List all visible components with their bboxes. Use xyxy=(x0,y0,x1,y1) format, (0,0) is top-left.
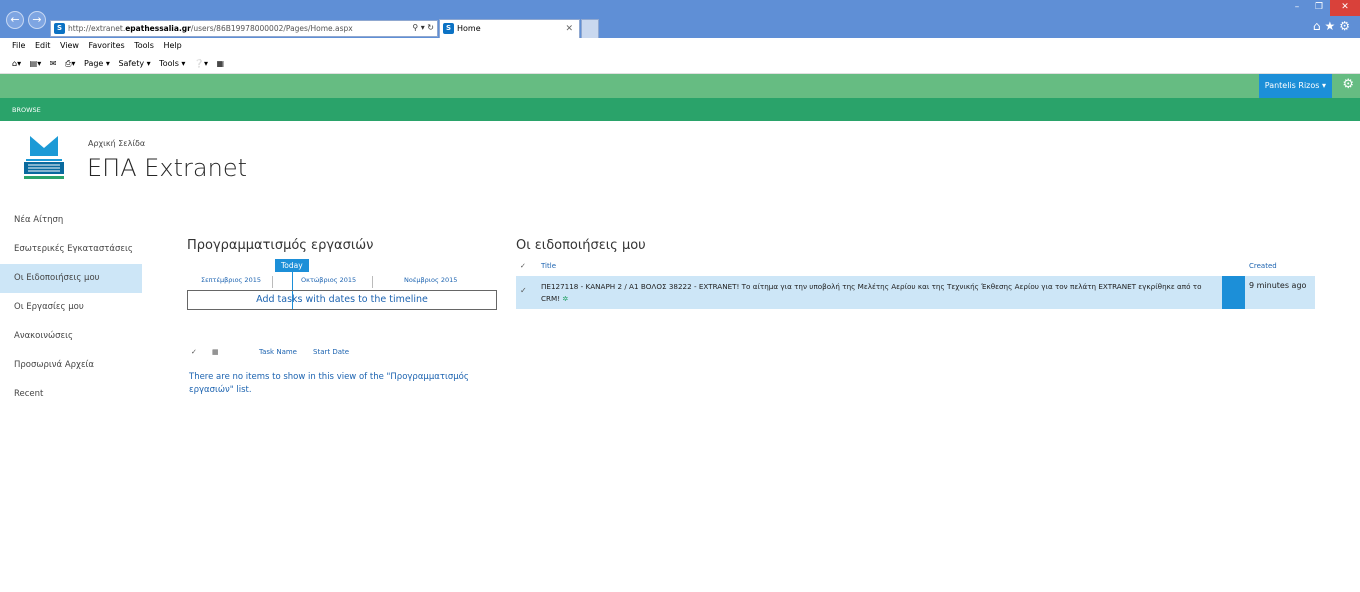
research-icon[interactable]: ▦ xyxy=(217,59,225,68)
feeds-icon[interactable]: ▤▾ xyxy=(30,59,42,68)
notification-row[interactable]: ✓ ΠΕ127118 - ΚΑΝΑΡΗ 2 / Α1 ΒΟΛΟΣ 38222 -… xyxy=(516,276,1315,309)
command-bar: ⌂▾ ▤▾ ✉ ⎙▾ Page ▾ Safety ▾ Tools ▾ ❔▾ ▦ xyxy=(0,54,1360,74)
address-bar[interactable]: S http://extranet.epathessalia.gr/users/… xyxy=(50,20,438,37)
select-all-check-icon[interactable]: ✓ xyxy=(520,262,526,270)
safety-menu[interactable]: Safety ▾ xyxy=(118,59,150,68)
aerio-logo[interactable] xyxy=(16,134,72,182)
col-task-name[interactable]: Task Name xyxy=(259,348,297,356)
timeline-month: Σεπτέμβριος 2015 xyxy=(201,276,261,284)
notifications-column-headers: ✓ Title Created xyxy=(516,262,1316,274)
site-title[interactable]: ΕΠΑ Extranet xyxy=(87,154,247,182)
sharepoint-favicon-icon: S xyxy=(54,23,65,34)
nav-item-internal-installations[interactable]: Εσωτερικές Εγκαταστάσεις xyxy=(0,235,142,264)
notification-title[interactable]: ΠΕ127118 - ΚΑΝΑΡΗ 2 / Α1 ΒΟΛΟΣ 38222 - E… xyxy=(541,281,1221,305)
new-tab-button[interactable] xyxy=(581,19,599,38)
page-menu[interactable]: Page ▾ xyxy=(84,59,110,68)
home-favorites-tools-icons[interactable]: ⌂★⚙ xyxy=(1313,19,1354,33)
restore-icon[interactable]: ❐ xyxy=(1308,0,1330,16)
print-icon[interactable]: ⎙▾ xyxy=(65,59,75,68)
notification-title-text[interactable]: ΠΕ127118 - ΚΑΝΑΡΗ 2 / Α1 ΒΟΛΟΣ 38222 - E… xyxy=(541,282,1202,303)
settings-gear-icon[interactable]: ⚙ xyxy=(1342,77,1354,92)
today-marker: Today xyxy=(275,259,309,272)
forward-button-icon[interactable]: → xyxy=(28,11,46,29)
menu-file[interactable]: File xyxy=(12,41,25,50)
row-ellipsis-button[interactable] xyxy=(1222,276,1245,309)
timeline-month: Νοέμβριος 2015 xyxy=(404,276,458,284)
suite-bar: Pantelis Rizos ▾ ⚙ xyxy=(0,74,1360,98)
nav-item-my-tasks[interactable]: Οι Εργασίες μου xyxy=(0,293,142,322)
nav-item-my-notifications[interactable]: Οι Ειδοποιήσεις μου xyxy=(0,264,142,293)
nav-item-recent[interactable]: Recent xyxy=(0,380,142,409)
task-status-icon[interactable]: ▦ xyxy=(212,348,219,356)
back-button-icon[interactable]: ← xyxy=(6,11,24,29)
menu-edit[interactable]: Edit xyxy=(35,41,51,50)
close-tab-icon[interactable]: ✕ xyxy=(565,20,573,38)
url-domain: epathessalia.gr xyxy=(125,24,191,33)
menu-favorites[interactable]: Favorites xyxy=(89,41,125,50)
browse-tab[interactable]: BROWSE xyxy=(12,98,41,123)
tools-menu[interactable]: Tools ▾ xyxy=(159,59,185,68)
ribbon-bar: BROWSE xyxy=(0,98,1360,121)
home-icon[interactable]: ⌂▾ xyxy=(12,59,21,68)
minimize-icon[interactable]: – xyxy=(1286,0,1308,16)
left-navigation: Νέα Αίτηση Εσωτερικές Εγκαταστάσεις Οι Ε… xyxy=(0,206,142,409)
help-icon[interactable]: ❔▾ xyxy=(194,59,208,68)
col-title[interactable]: Title xyxy=(541,262,556,270)
tasks-empty-message: There are no items to show in this view … xyxy=(189,372,469,395)
timeline-tick xyxy=(272,276,273,288)
menu-view[interactable]: View xyxy=(60,41,79,50)
nav-item-announcements[interactable]: Ανακοινώσεις xyxy=(0,322,142,351)
new-item-icon: ✲ xyxy=(562,295,569,303)
breadcrumb[interactable]: Αρχική Σελίδα xyxy=(88,139,145,148)
browser-tab-home[interactable]: S Home ✕ xyxy=(439,19,580,38)
menu-tools[interactable]: Tools xyxy=(134,41,154,50)
tasks-timeline: Today Σεπτέμβριος 2015 Οκτώβριος 2015 Νο… xyxy=(187,259,497,310)
timeline-month: Οκτώβριος 2015 xyxy=(301,276,357,284)
user-menu[interactable]: Pantelis Rizos ▾ xyxy=(1258,74,1332,98)
col-start-date[interactable]: Start Date xyxy=(313,348,349,356)
url-prefix: http://extranet. xyxy=(68,24,126,33)
select-all-check-icon[interactable]: ✓ xyxy=(191,348,197,356)
tab-title: Home xyxy=(457,24,481,33)
url-path: /users/86B19978000002/Pages/Home.aspx xyxy=(190,24,353,33)
timeline-tick xyxy=(372,276,373,288)
tasks-webpart-title[interactable]: Προγραμματισμός εργασιών xyxy=(187,238,373,253)
notification-created: 9 minutes ago xyxy=(1249,281,1307,290)
search-refresh-icons[interactable]: ⚲ ▾ ↻ xyxy=(398,20,438,37)
menu-help[interactable]: Help xyxy=(163,41,181,50)
col-created[interactable]: Created xyxy=(1249,262,1277,270)
notifications-webpart-title[interactable]: Οι ειδοποιήσεις μου xyxy=(516,238,646,253)
window-controls: – ❐ ✕ xyxy=(1286,0,1360,16)
browser-titlebar: ← → S http://extranet.epathessalia.gr/us… xyxy=(0,0,1360,38)
row-check-icon[interactable]: ✓ xyxy=(520,286,527,295)
nav-item-temp-files[interactable]: Προσωρινά Αρχεία xyxy=(0,351,142,380)
tab-favicon-icon: S xyxy=(443,23,454,34)
mail-icon[interactable]: ✉ xyxy=(50,59,57,68)
timeline-placeholder[interactable]: Add tasks with dates to the timeline xyxy=(187,290,497,310)
menu-bar: File Edit View Favorites Tools Help xyxy=(0,38,1360,54)
nav-item-new-request[interactable]: Νέα Αίτηση xyxy=(0,206,142,235)
close-window-icon[interactable]: ✕ xyxy=(1330,0,1360,16)
